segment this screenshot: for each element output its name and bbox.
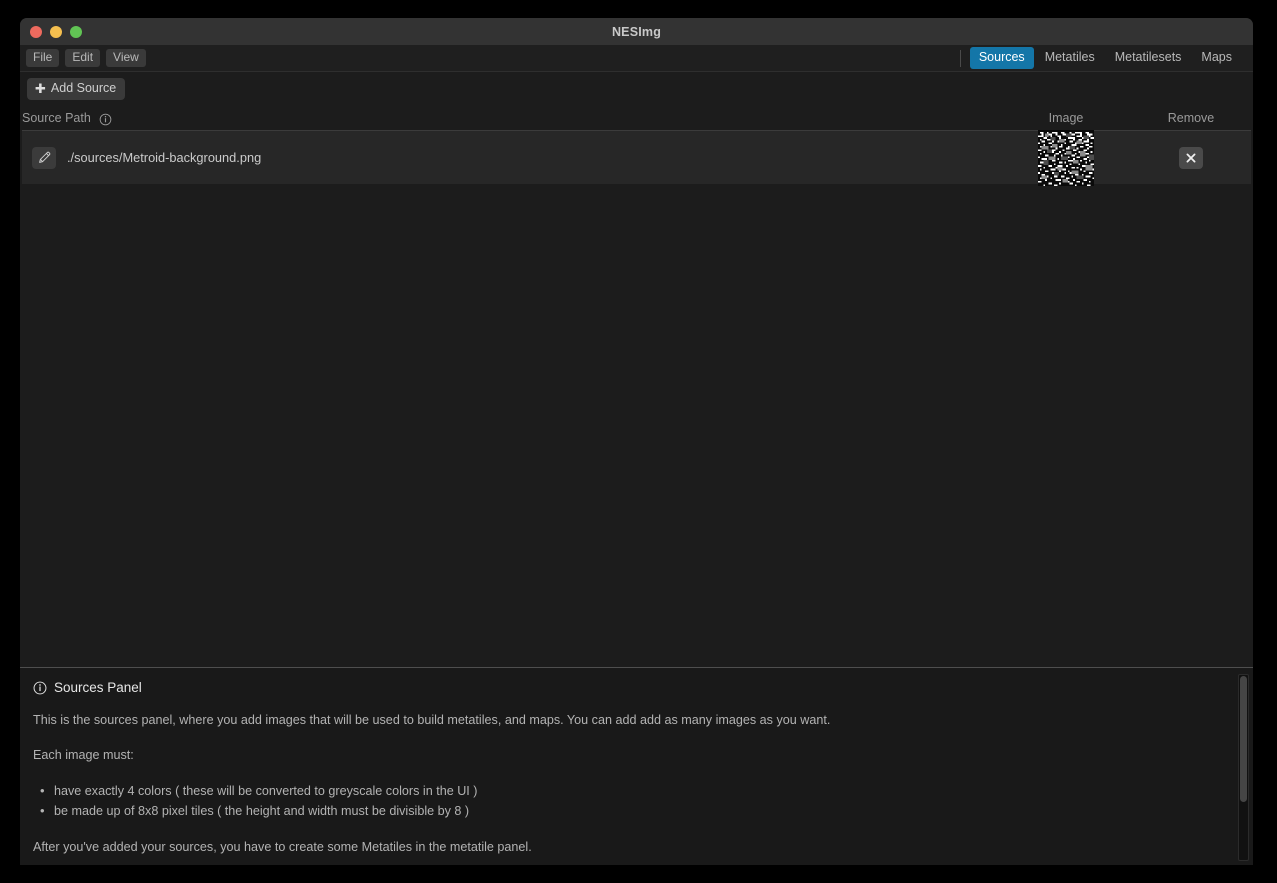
tab-maps[interactable]: Maps <box>1192 47 1241 68</box>
window-title: NESImg <box>611 24 662 39</box>
column-header-remove: Remove <box>1131 109 1251 127</box>
table-header-row: Source Path Image Remove <box>22 105 1251 131</box>
info-panel-scrollbar[interactable] <box>1238 674 1249 861</box>
metroid-background-thumbnail <box>1038 129 1094 186</box>
info-panel-title-text: Sources Panel <box>54 680 142 695</box>
info-icon[interactable] <box>99 113 112 126</box>
table-row[interactable]: ./sources/Metroid-background.png <box>22 129 1251 186</box>
image-label: Image <box>1048 110 1084 125</box>
title-bar: NESImg <box>20 18 1253 45</box>
tab-bar: Sources Metatiles Metatilesets Maps <box>969 47 1247 69</box>
list-item: be made up of 8x8 pixel tiles ( the heig… <box>33 801 1227 821</box>
info-panel: Sources Panel This is the sources panel,… <box>20 667 1253 865</box>
scrollbar-thumb[interactable] <box>1240 676 1247 802</box>
plus-icon: ✚ <box>35 80 46 96</box>
info-panel-paragraph: This is the sources panel, where you add… <box>33 713 831 727</box>
info-panel-footer-paragraph: After you've added your sources, you hav… <box>33 840 532 854</box>
menu-bar: File Edit View Sources Metatiles Metatil… <box>20 45 1253 72</box>
info-icon <box>33 681 47 695</box>
menu-item-edit[interactable]: Edit <box>65 48 101 68</box>
info-panel-requirements-list: have exactly 4 colors ( these will be co… <box>30 781 1227 821</box>
info-panel-requirements-heading: Each image must: <box>33 747 134 762</box>
window-controls <box>30 18 82 45</box>
tab-metatiles[interactable]: Metatiles <box>1036 47 1104 68</box>
minimize-window-button[interactable] <box>50 25 62 38</box>
remove-label: Remove <box>1167 110 1215 125</box>
column-header-source-path: Source Path <box>22 110 1001 126</box>
tab-separator <box>959 49 961 67</box>
pencil-icon[interactable] <box>32 146 56 169</box>
application-window: NESImg File Edit View Sources Metatiles … <box>20 18 1253 865</box>
source-thumbnail-cell <box>1001 129 1131 186</box>
remove-source-cell <box>1131 146 1251 169</box>
add-source-label: Add Source <box>50 80 117 95</box>
close-x-icon[interactable] <box>1179 146 1203 169</box>
column-header-image: Image <box>1001 109 1131 127</box>
add-source-button[interactable]: ✚ Add Source <box>27 77 126 100</box>
toolbar: ✚ Add Source <box>20 72 1253 105</box>
source-path-label: Source Path <box>22 110 91 125</box>
table-body: ./sources/Metroid-background.png <box>22 129 1251 186</box>
menu-item-file[interactable]: File <box>26 48 60 68</box>
tab-metatilesets[interactable]: Metatilesets <box>1106 47 1191 68</box>
sources-table: Source Path Image Remove ./sources/Metro… <box>20 105 1253 667</box>
list-item: have exactly 4 colors ( these will be co… <box>33 781 1227 801</box>
info-panel-title: Sources Panel <box>30 680 1227 695</box>
source-path-value: ./sources/Metroid-background.png <box>67 150 262 165</box>
close-window-button[interactable] <box>30 25 42 38</box>
maximize-window-button[interactable] <box>70 25 82 38</box>
source-path-cell: ./sources/Metroid-background.png <box>22 146 1001 169</box>
tab-sources[interactable]: Sources <box>969 47 1034 69</box>
menu-item-view[interactable]: View <box>106 48 146 68</box>
